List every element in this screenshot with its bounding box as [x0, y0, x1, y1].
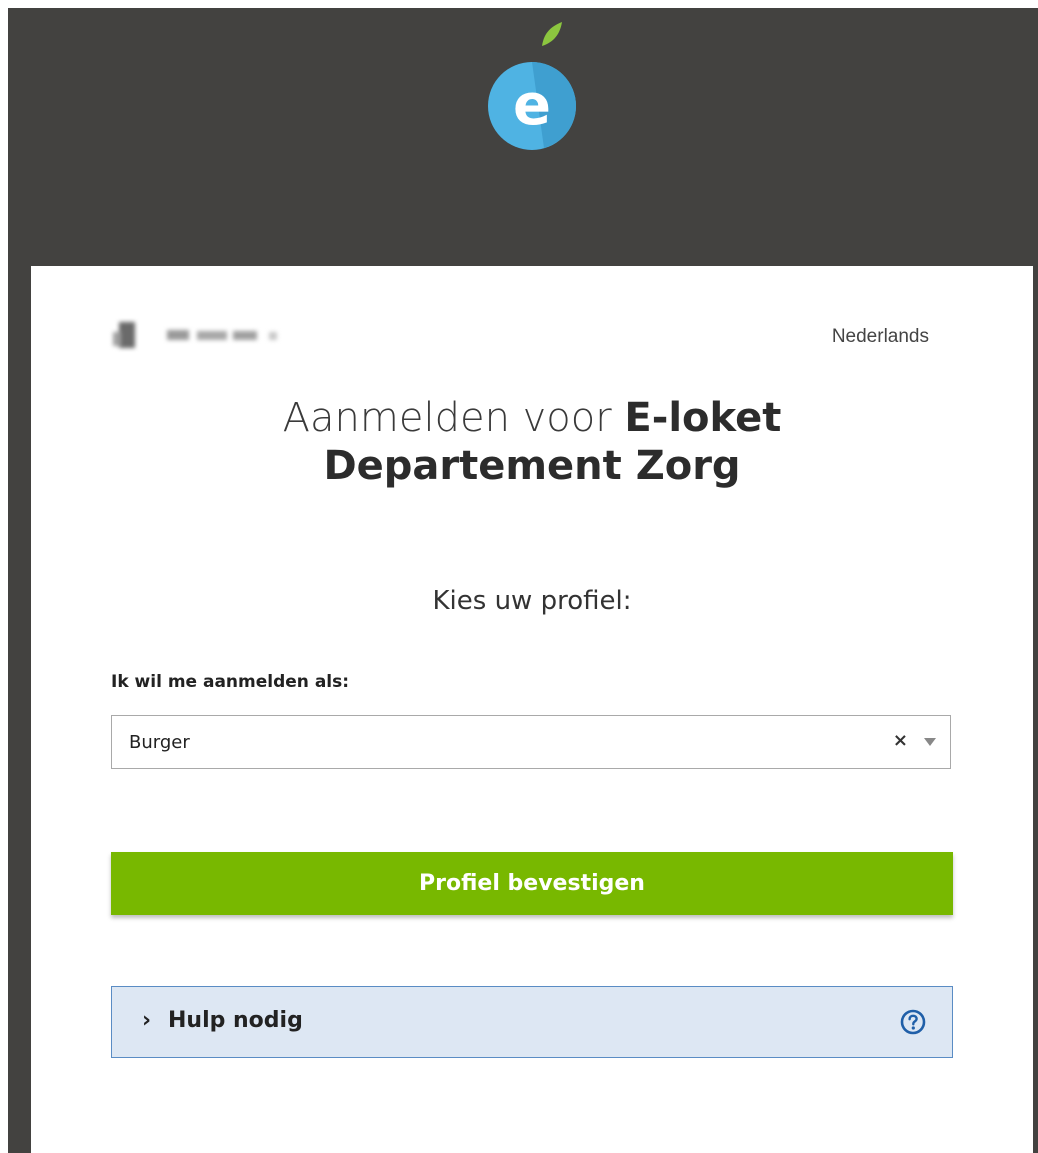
dropdown-arrow-icon[interactable]	[924, 738, 936, 746]
help-accordion[interactable]: › Hulp nodig	[111, 986, 953, 1058]
page-title: Aanmelden voor E-loket Departement Zorg	[31, 394, 1033, 490]
app-frame: e Nederlands Aanmelden voor E-loket Depa…	[8, 8, 1038, 1153]
title-prefix: Aanmelden voor	[282, 395, 625, 441]
role-select-label: Ik wil me aanmelden als:	[111, 672, 350, 692]
confirm-profile-button[interactable]: Profiel bevestigen	[111, 852, 953, 915]
clear-selection-icon[interactable]: ×	[893, 730, 908, 751]
role-select-value: Burger	[129, 732, 190, 753]
help-label: Hulp nodig	[168, 1008, 303, 1033]
question-circle-icon[interactable]	[900, 1009, 926, 1035]
role-select[interactable]: Burger ×	[111, 715, 951, 769]
profile-prompt: Kies uw profiel:	[432, 586, 632, 616]
e-loket-apple-logo-icon: e	[488, 22, 576, 150]
title-app-name-line2: Departement Zorg	[323, 443, 741, 489]
logo-letter: e	[513, 73, 551, 138]
user-avatar-icon	[109, 318, 339, 352]
language-selector[interactable]: Nederlands	[832, 326, 929, 348]
title-app-name-line1: E-loket	[624, 395, 782, 441]
login-card: Nederlands Aanmelden voor E-loket Depart…	[31, 266, 1033, 1153]
chevron-right-icon: ›	[142, 1008, 152, 1033]
